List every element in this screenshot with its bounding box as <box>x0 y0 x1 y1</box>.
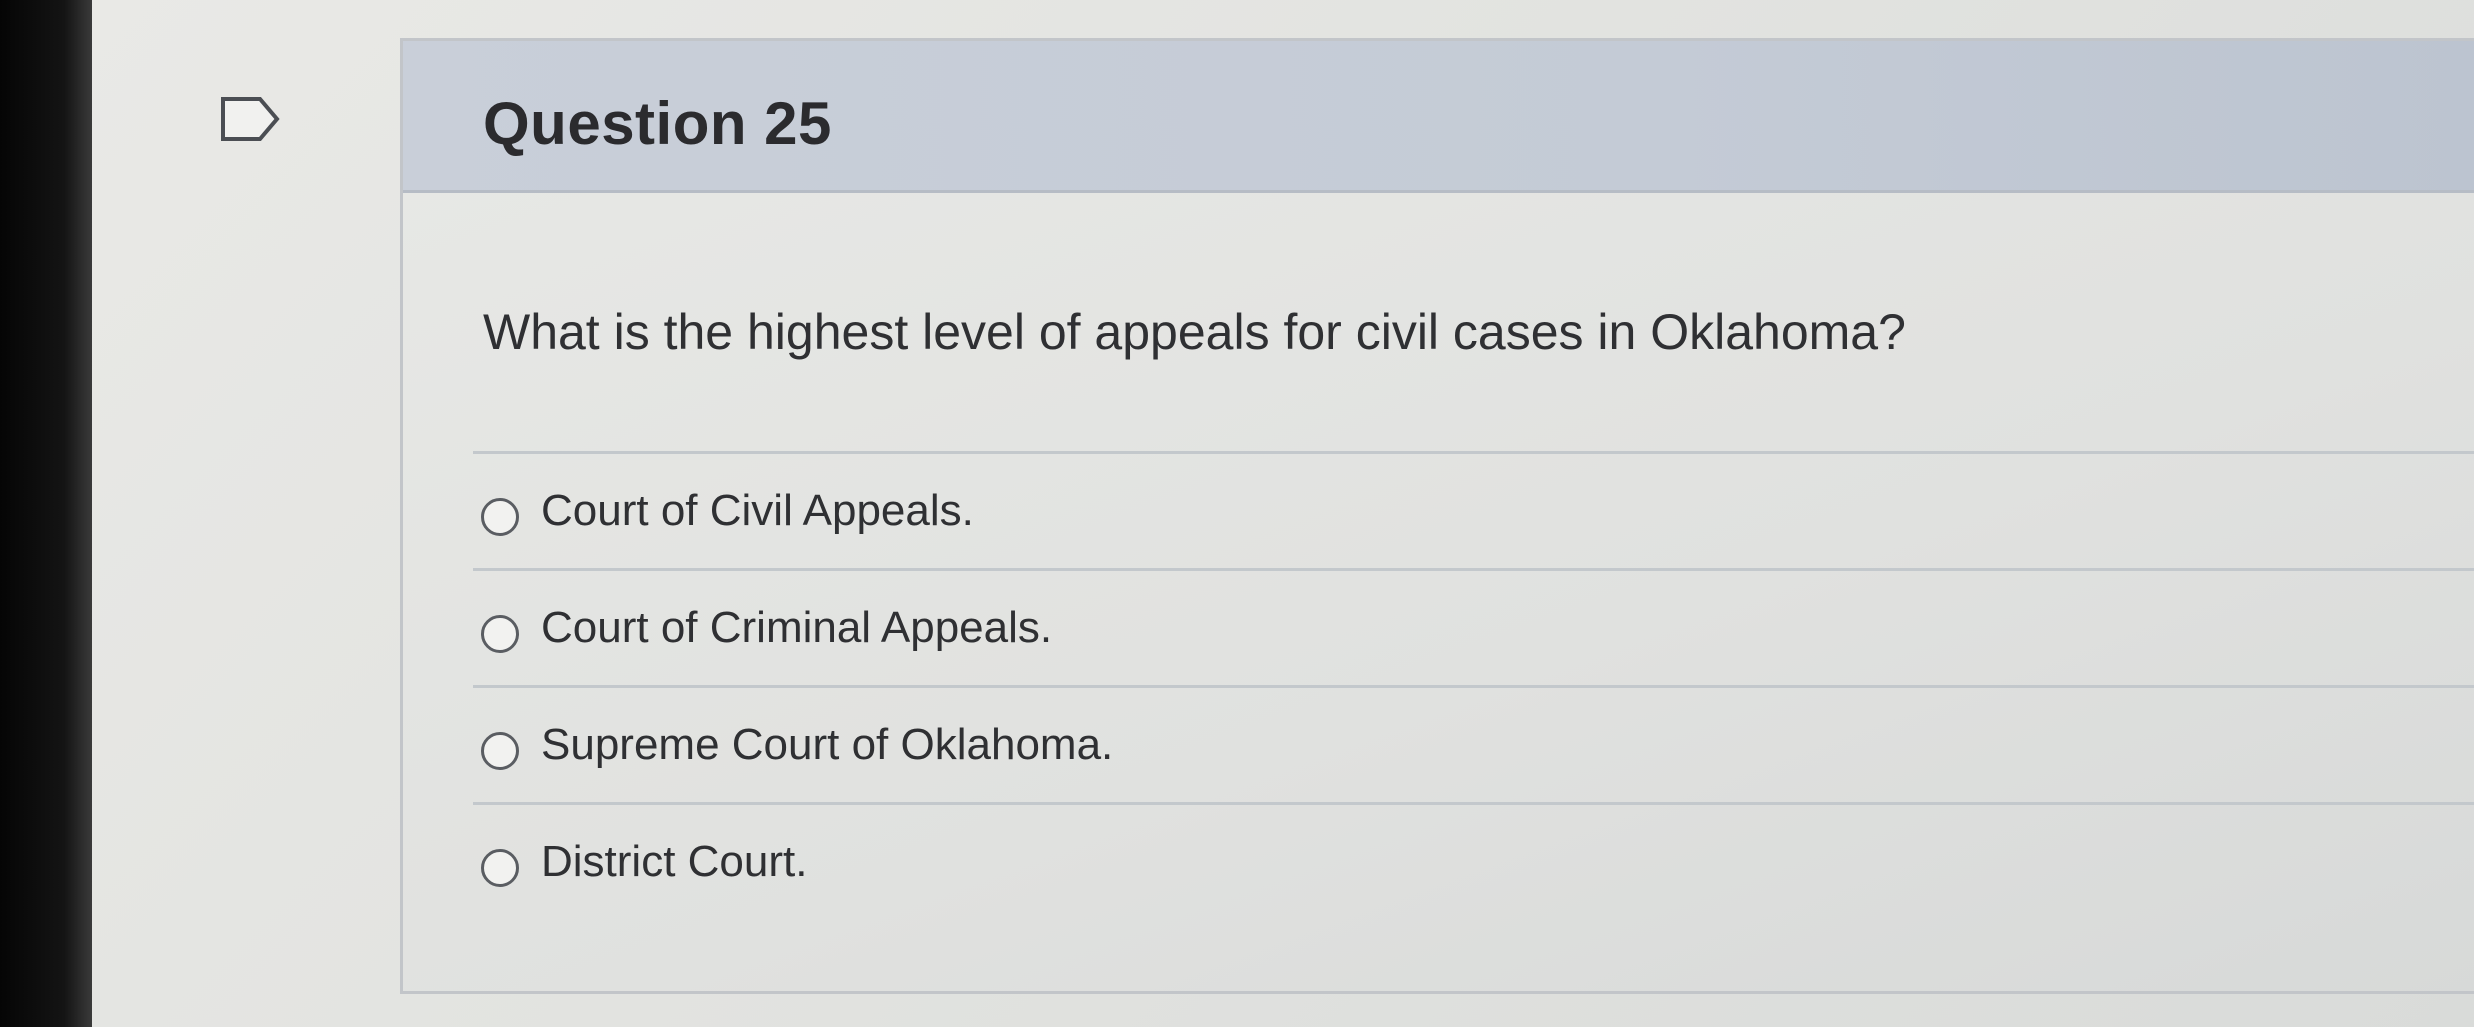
answer-label: Court of Criminal Appeals. <box>541 603 1053 652</box>
answer-label: District Court. <box>541 837 808 886</box>
answer-label: Supreme Court of Oklahoma. <box>541 720 1114 769</box>
question-card: Question 25 What is the highest level of… <box>400 38 2474 994</box>
screen-bezel <box>0 0 92 1027</box>
answer-option[interactable]: Court of Civil Appeals. <box>473 451 2474 568</box>
radio-button[interactable] <box>481 498 519 536</box>
flag-question-icon[interactable] <box>220 96 280 142</box>
question-text: What is the highest level of appeals for… <box>483 304 1906 360</box>
radio-button[interactable] <box>481 849 519 887</box>
question-title: Question 25 <box>483 90 832 157</box>
answer-label: Court of Civil Appeals. <box>541 486 974 535</box>
answer-option[interactable]: Court of Criminal Appeals. <box>473 568 2474 685</box>
question-header: Question 25 <box>403 41 2474 193</box>
answer-list: Court of Civil Appeals. Court of Crimina… <box>473 451 2474 919</box>
radio-button[interactable] <box>481 732 519 770</box>
radio-button[interactable] <box>481 615 519 653</box>
answer-option[interactable]: Supreme Court of Oklahoma. <box>473 685 2474 802</box>
answer-option[interactable]: District Court. <box>473 802 2474 919</box>
